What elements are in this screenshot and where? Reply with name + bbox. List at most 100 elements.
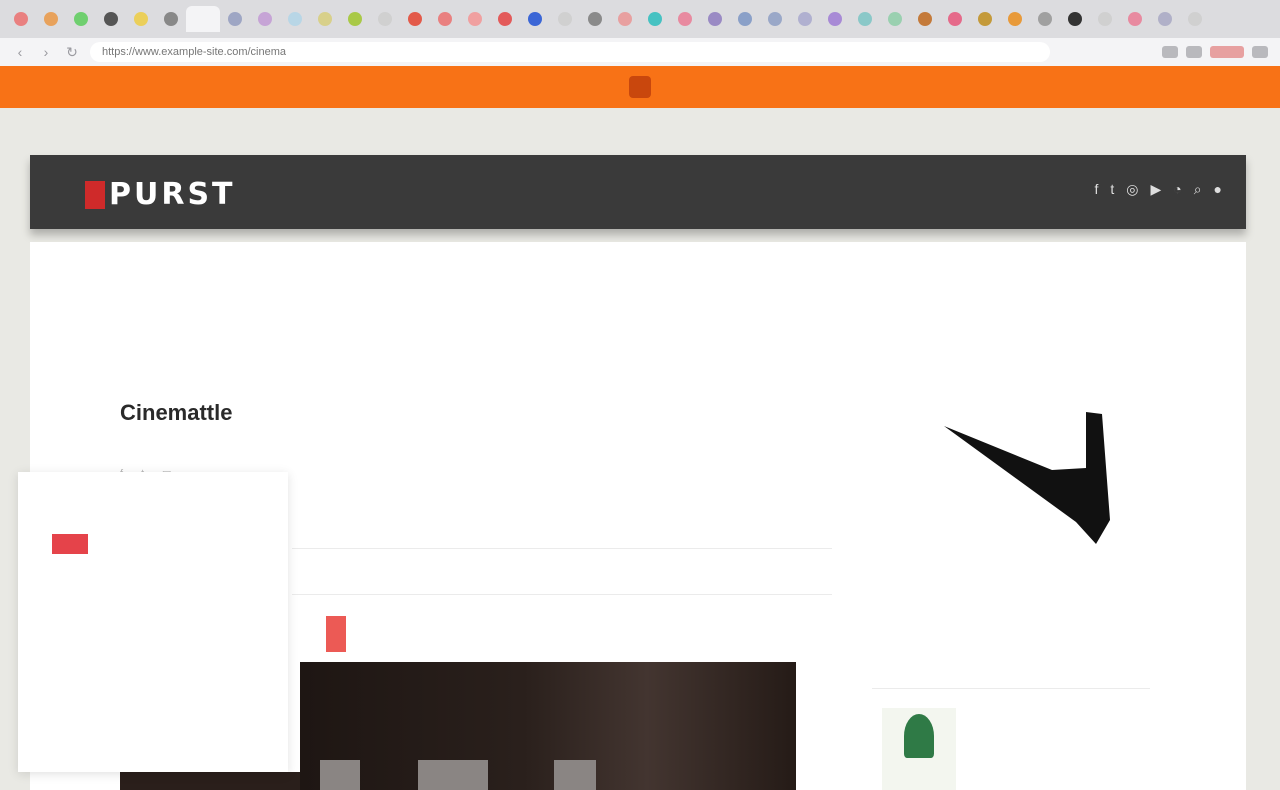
browser-tab[interactable] [430, 6, 460, 32]
browser-tab[interactable] [66, 6, 96, 32]
browser-tab[interactable] [910, 6, 940, 32]
divider [292, 548, 832, 549]
tab-favicon-icon [1038, 12, 1052, 26]
tab-favicon-icon [678, 12, 692, 26]
browser-tab[interactable] [730, 6, 760, 32]
browser-tab[interactable] [1150, 6, 1180, 32]
back-icon[interactable]: ‹ [12, 44, 28, 60]
tab-favicon-icon [1158, 12, 1172, 26]
tab-favicon-icon [498, 12, 512, 26]
article-image[interactable] [300, 662, 796, 790]
tab-favicon-icon [828, 12, 842, 26]
browser-tab[interactable] [640, 6, 670, 32]
user-icon[interactable]: ● [1214, 181, 1222, 198]
browser-extension-icons [1162, 46, 1268, 58]
browser-tab[interactable] [6, 6, 36, 32]
tab-favicon-icon [798, 12, 812, 26]
browser-tab-strip [0, 0, 1280, 38]
browser-tab[interactable] [850, 6, 880, 32]
cookie-consent-popup [18, 472, 288, 772]
browser-tab[interactable] [760, 6, 790, 32]
browser-tab[interactable] [1180, 6, 1210, 32]
rss-icon[interactable]: ◔ [1173, 181, 1181, 198]
trending-thumbnail[interactable] [882, 708, 956, 790]
reload-icon[interactable]: ↻ [64, 44, 80, 61]
image-detail [418, 760, 488, 790]
browser-tab[interactable] [490, 6, 520, 32]
divider [292, 594, 832, 595]
facebook-icon[interactable]: f [1094, 181, 1098, 198]
browser-tab[interactable] [36, 6, 66, 32]
browser-tab[interactable] [550, 6, 580, 32]
tab-favicon-icon [408, 12, 422, 26]
browser-tab[interactable] [1060, 6, 1090, 32]
browser-tab[interactable] [186, 6, 220, 32]
tab-favicon-icon [468, 12, 482, 26]
browser-tab[interactable] [126, 6, 156, 32]
youtube-icon[interactable]: ▶ [1150, 181, 1161, 198]
tab-favicon-icon [768, 12, 782, 26]
browser-tab[interactable] [340, 6, 370, 32]
browser-tab[interactable] [220, 6, 250, 32]
browser-tab[interactable] [370, 6, 400, 32]
browser-tab[interactable] [820, 6, 850, 32]
category-tag[interactable] [326, 616, 346, 652]
browser-tab[interactable] [460, 6, 490, 32]
tab-favicon-icon [858, 12, 872, 26]
browser-tab[interactable] [400, 6, 430, 32]
twitter-icon[interactable]: t [1110, 181, 1114, 198]
browser-tab[interactable] [880, 6, 910, 32]
browser-tab[interactable] [610, 6, 640, 32]
cookie-actions [40, 534, 266, 554]
promo-banner[interactable] [0, 66, 1280, 108]
logo-mark-icon [85, 180, 105, 209]
browser-tab[interactable] [700, 6, 730, 32]
accept-cookies-button[interactable] [52, 534, 88, 554]
browser-tab[interactable] [970, 6, 1000, 32]
trending-item[interactable] [882, 708, 1162, 790]
extension-icon[interactable] [1186, 46, 1202, 58]
browser-tab[interactable] [1000, 6, 1030, 32]
logo-text: PURST [109, 177, 236, 212]
header-social-icons: f t ◎ ▶ ◔ ⌕ ● [1094, 181, 1222, 198]
tab-favicon-icon [1098, 12, 1112, 26]
tab-favicon-icon [228, 12, 242, 26]
url-bar[interactable]: https://www.example-site.com/cinema [90, 42, 1050, 62]
search-icon[interactable]: ⌕ [1194, 181, 1202, 198]
browser-toolbar: ‹ › ↻ https://www.example-site.com/cinem… [0, 38, 1280, 66]
tab-favicon-icon [978, 12, 992, 26]
site-header: PURST f t ◎ ▶ ◔ ⌕ ● [30, 155, 1246, 229]
tab-favicon-icon [14, 12, 28, 26]
browser-tab[interactable] [1030, 6, 1060, 32]
browser-tab[interactable] [96, 6, 126, 32]
browser-tab[interactable] [1090, 6, 1120, 32]
browser-tab[interactable] [940, 6, 970, 32]
image-detail [320, 760, 360, 790]
tab-favicon-icon [1068, 12, 1082, 26]
divider [872, 688, 1150, 689]
browser-tab[interactable] [310, 6, 340, 32]
browser-tab[interactable] [156, 6, 186, 32]
browser-tab[interactable] [520, 6, 550, 32]
tab-favicon-icon [1128, 12, 1142, 26]
profile-icon[interactable] [1210, 46, 1244, 58]
tab-favicon-icon [196, 12, 210, 26]
browser-tab[interactable] [670, 6, 700, 32]
forward-icon[interactable]: › [38, 44, 54, 60]
browser-tab[interactable] [580, 6, 610, 32]
extension-icon[interactable] [1162, 46, 1178, 58]
tab-favicon-icon [74, 12, 88, 26]
tab-favicon-icon [378, 12, 392, 26]
instagram-icon[interactable]: ◎ [1126, 181, 1138, 198]
tab-favicon-icon [588, 12, 602, 26]
browser-tab[interactable] [280, 6, 310, 32]
site-logo[interactable]: PURST [85, 177, 236, 212]
tab-favicon-icon [918, 12, 932, 26]
tab-favicon-icon [164, 12, 178, 26]
browser-tab[interactable] [250, 6, 280, 32]
menu-icon[interactable] [1252, 46, 1268, 58]
leaf-icon [904, 714, 934, 758]
browser-tab[interactable] [790, 6, 820, 32]
browser-tab[interactable] [1120, 6, 1150, 32]
tab-favicon-icon [738, 12, 752, 26]
